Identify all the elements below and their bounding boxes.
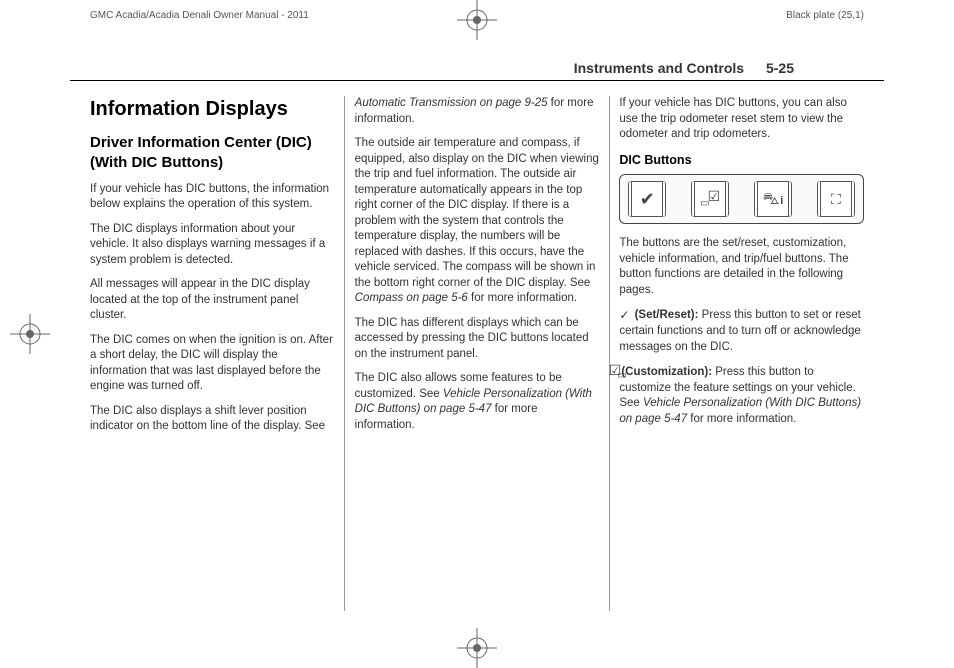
label: (Customization): [621,366,715,378]
heading-information-displays: Information Displays [90,96,335,123]
heading-dic-buttons: DIC Buttons [619,152,864,169]
para: The DIC has different displays which can… [355,316,600,363]
para: The DIC also allows some features to be … [355,371,600,433]
page-header: Instruments and Controls 5-25 [70,54,884,81]
plate-label: Black plate (25,1) [786,10,864,21]
label: (Set/Reset): [631,310,701,322]
trip-icon [831,190,841,210]
para: If your vehicle has DIC buttons, you can… [619,96,864,143]
para: All messages will appear in the DIC disp… [90,277,335,324]
para: The buttons are the set/reset, customiza… [619,236,864,298]
crop-mark-bottom-icon [457,628,497,668]
car-info-icon: ⛍ [763,189,784,211]
set-reset-button-icon [628,181,666,217]
customize-icon [702,191,718,207]
manual-title: GMC Acadia/Acadia Denali Owner Manual - … [90,10,309,21]
para: The DIC displays information about your … [90,222,335,269]
xref: Compass on page 5-6 [355,292,468,304]
page-body: Information Displays Driver Information … [0,81,954,611]
check-inline-icon: ✓ [619,308,629,322]
vehicle-info-button-icon: ⛍ [754,181,792,217]
para: The DIC comes on when the ignition is on… [90,333,335,395]
dic-buttons-figure: ⛍ [619,174,864,224]
section-name: Instruments and Controls [574,60,744,76]
trip-fuel-button-icon [817,181,855,217]
crop-mark-top-icon [457,0,497,40]
heading-dic: Driver Information Center (DIC) (With DI… [90,133,335,174]
page-number: 5-25 [766,60,794,76]
para: The outside air temperature and compass,… [355,136,600,307]
customization-button-icon [691,181,729,217]
crop-mark-left-icon [10,314,50,354]
para: If your vehicle has DIC buttons, the inf… [90,182,335,213]
para-set-reset: ✓ (Set/Reset): Press this button to set … [619,307,864,355]
check-icon [640,187,655,211]
xref: Automatic Transmission on page 9-25 [355,97,548,109]
para-customization: (Customization): Press this button to cu… [619,364,864,427]
